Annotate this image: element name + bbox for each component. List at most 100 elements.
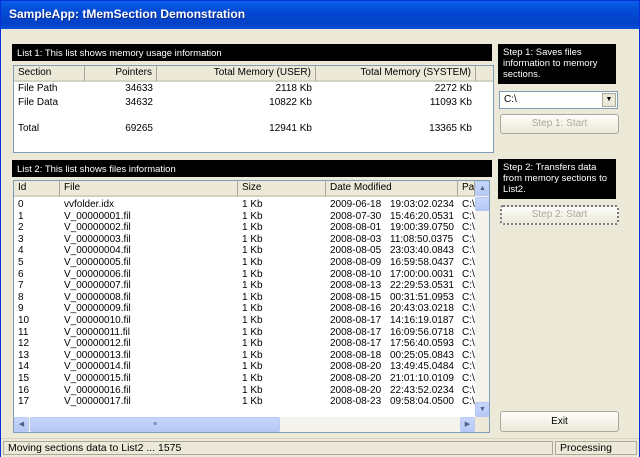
file-cell: C:\ xyxy=(462,257,475,268)
file-cell: 14 xyxy=(18,361,30,373)
step2-description: Step 2: Transfers data from memory secti… xyxy=(498,159,616,199)
file-cell: 2008-08-15 xyxy=(330,291,382,303)
file-cell: 6 xyxy=(18,268,24,280)
scroll-thumb[interactable] xyxy=(475,197,489,211)
file-cell: 2008-08-20 xyxy=(330,361,382,373)
table-row[interactable]: 3 V_00000003.fil 1 Kb 2008-08-03 11:08:50.03… xyxy=(14,234,475,246)
memory-cell: 2272 Kb xyxy=(434,83,472,94)
table-row[interactable]: 16 V_00000016.fil 1 Kb 2008-08-20 22:43:52.0… xyxy=(14,385,475,397)
scroll-right-button[interactable]: ▶ xyxy=(460,417,475,432)
step2-start-button[interactable]: Step 2: Start xyxy=(500,205,619,225)
exit-button[interactable]: Exit xyxy=(500,411,619,432)
status-message: Moving sections data to List2 ... 1575 xyxy=(3,441,553,455)
memory-cell: 10822 Kb xyxy=(269,97,312,108)
memory-cell: 34632 xyxy=(125,97,153,108)
table-row[interactable]: 2 V_00000002.fil 1 Kb 2008-08-01 19:00:39.07… xyxy=(14,222,475,234)
files-list-horizontal-scrollbar[interactable]: ◀ ≡ ▶ xyxy=(14,417,475,432)
table-row[interactable]: 4 V_00000004.fil 1 Kb 2008-08-05 23:03:40.08… xyxy=(14,245,475,257)
table-row[interactable]: 10 V_00000010.fil 1 Kb 2008-08-17 14:16:19.0… xyxy=(14,315,475,327)
file-cell: V_00000015.fil xyxy=(64,373,131,384)
file-cell: 2 xyxy=(18,222,24,234)
step1-description: Step 1: Saves files information to memor… xyxy=(498,44,616,84)
column-header-size[interactable]: Size xyxy=(238,181,326,197)
table-row[interactable]: 12 V_00000012.fil 1 Kb 2008-08-17 17:56:40.0… xyxy=(14,338,475,350)
file-cell: 1 Kb xyxy=(242,245,263,257)
file-cell: 11 xyxy=(18,326,29,338)
file-cell: 1 Kb xyxy=(242,361,263,373)
table-row[interactable]: 5 V_00000005.fil 1 Kb 2008-08-09 16:59:58.04… xyxy=(14,257,475,269)
table-row[interactable]: 14 V_00000014.fil 1 Kb 2008-08-20 13:49:45.0… xyxy=(14,361,475,373)
table-row[interactable]: 9 V_00000009.fil 1 Kb 2008-08-16 20:43:03.02… xyxy=(14,303,475,315)
file-cell: 16:09:56.0718 xyxy=(390,326,454,338)
title-bar[interactable]: SampleApp: tMemSection Demonstration xyxy=(1,1,639,29)
file-cell: 9 xyxy=(18,303,24,315)
file-cell: 8 xyxy=(18,291,24,303)
file-cell: 1 Kb xyxy=(242,222,263,234)
file-cell: V_00000008.fil xyxy=(64,291,131,303)
file-cell: 2008-08-17 xyxy=(330,338,382,350)
table-row[interactable]: 0 vvfolder.idx 1 Kb 2009-06-18 19:03:02.0234… xyxy=(14,199,475,211)
column-header-date-modified[interactable]: Date Modified xyxy=(326,181,458,197)
file-cell: C:\ xyxy=(462,384,475,396)
memory-usage-list[interactable]: Section Pointers Total Memory (USER) Tot… xyxy=(13,65,494,153)
file-cell: V_00000016.fil xyxy=(64,384,131,396)
file-cell: 12 xyxy=(18,338,30,350)
file-cell: 3 xyxy=(18,233,24,245)
table-row[interactable]: 7 V_00000007.fil 1 Kb 2008-08-13 22:29:53.05… xyxy=(14,280,475,292)
step1-start-button[interactable]: Step 1: Start xyxy=(500,114,619,134)
column-header-pointers[interactable]: Pointers xyxy=(85,66,157,82)
column-header-memory-user[interactable]: Total Memory (USER) xyxy=(157,66,316,82)
column-header-filler xyxy=(476,66,493,82)
horizontal-scroll-thumb[interactable]: ≡ xyxy=(30,417,280,432)
file-cell: C:\ xyxy=(462,349,475,361)
memory-cell: 2118 Kb xyxy=(275,83,312,94)
file-cell: 13 xyxy=(18,349,30,361)
file-cell: C:\ xyxy=(462,210,475,222)
file-cell: 1 Kb xyxy=(242,210,263,222)
file-cell: V_00000002.fil xyxy=(64,222,131,234)
file-cell: 19:03:02.0234 xyxy=(390,199,454,210)
table-row[interactable]: 17 V_00000017.fil 1 Kb 2008-08-23 09:58:04.0… xyxy=(14,396,475,408)
file-cell: 1 Kb xyxy=(242,291,263,303)
file-cell: 1 Kb xyxy=(242,384,263,396)
file-cell: 23:03:40.0843 xyxy=(390,245,454,257)
column-header-path[interactable]: Pa xyxy=(458,181,475,197)
table-row[interactable]: 6 V_00000006.fil 1 Kb 2008-08-10 17:00:00.00… xyxy=(14,269,475,281)
table-row[interactable]: 15 V_00000015.fil 1 Kb 2008-08-20 21:01:10.0… xyxy=(14,373,475,385)
file-cell: 17 xyxy=(18,396,30,408)
file-cell: 1 Kb xyxy=(242,315,263,326)
file-cell: V_00000001.fil xyxy=(64,210,131,222)
file-cell: V_00000013.fil xyxy=(64,349,131,361)
files-list-vertical-scrollbar[interactable]: ▲ ▼ xyxy=(475,181,489,417)
column-header-file[interactable]: File xyxy=(60,181,238,197)
file-cell: 2008-08-01 xyxy=(330,222,382,234)
column-header-id[interactable]: Id xyxy=(14,181,60,197)
file-cell: 1 Kb xyxy=(242,268,263,280)
table-row[interactable]: 13 V_00000013.fil 1 Kb 2008-08-18 00:25:05.0… xyxy=(14,350,475,362)
file-cell: 17:56:40.0593 xyxy=(390,338,454,350)
file-cell: C:\ xyxy=(462,315,475,326)
memory-cell: File Path xyxy=(18,83,58,94)
drive-select[interactable]: C:\ ▼ xyxy=(499,91,618,109)
scroll-left-button[interactable]: ◀ xyxy=(14,417,29,432)
table-row[interactable]: 1 V_00000001.fil 1 Kb 2008-07-30 15:46:20.05… xyxy=(14,211,475,223)
scroll-down-button[interactable]: ▼ xyxy=(475,402,489,417)
file-cell: 21:01:10.0109 xyxy=(390,373,454,384)
file-cell: 00:31:51.0953 xyxy=(390,291,454,303)
file-cell: 20:43:03.0218 xyxy=(390,303,454,315)
column-header-section[interactable]: Section xyxy=(14,66,85,82)
file-cell: C:\ xyxy=(462,245,475,257)
file-cell: 16 xyxy=(18,384,30,396)
file-cell: 19:00:39.0750 xyxy=(390,222,454,234)
scroll-up-button[interactable]: ▲ xyxy=(475,181,489,196)
table-row[interactable]: 8 V_00000008.fil 1 Kb 2008-08-15 00:31:51.09… xyxy=(14,292,475,304)
table-row[interactable]: 11 V_00000011.fil 1 Kb 2008-08-17 16:09:56.0… xyxy=(14,327,475,339)
file-cell: 2008-08-23 xyxy=(330,396,382,408)
chevron-down-icon[interactable]: ▼ xyxy=(602,93,616,107)
files-list[interactable]: Id File Size Date Modified Pa 0 vvfolder.… xyxy=(13,180,490,433)
file-cell: C:\ xyxy=(462,199,475,210)
file-cell: 2008-08-13 xyxy=(330,280,382,292)
file-cell: vvfolder.idx xyxy=(64,199,115,210)
column-header-memory-system[interactable]: Total Memory (SYSTEM) xyxy=(316,66,476,82)
file-cell: 2009-06-18 xyxy=(330,199,382,210)
